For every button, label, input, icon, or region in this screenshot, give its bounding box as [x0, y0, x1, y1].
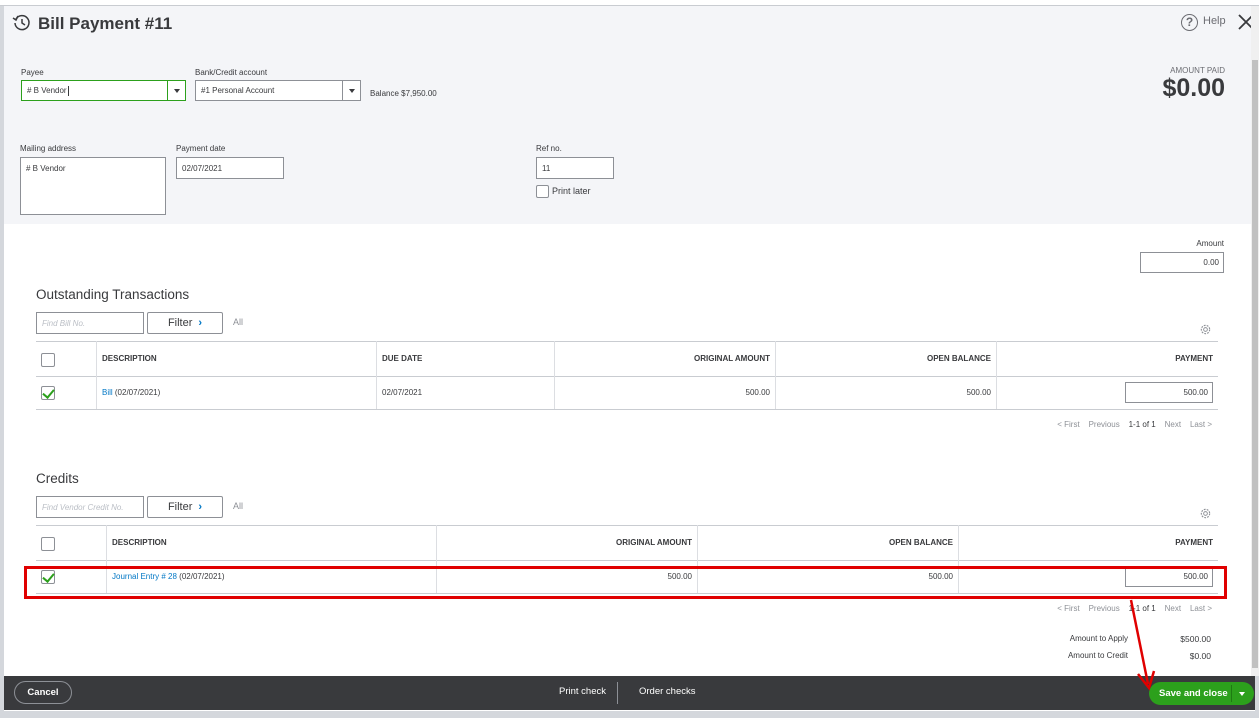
filter-label: Filter — [167, 501, 193, 513]
find-credit-input[interactable]: Find Vendor Credit No. — [36, 496, 144, 518]
column-header[interactable]: DUE DATE — [382, 354, 422, 363]
page-title: Bill Payment #11 — [38, 14, 173, 33]
pager-range: 1-1 of 1 — [1128, 604, 1156, 613]
history-icon[interactable] — [12, 13, 32, 33]
balance-text: Balance $7,950.00 — [370, 89, 437, 98]
save-and-close-label: Save and close — [1159, 688, 1228, 699]
column-header[interactable]: DESCRIPTION — [102, 354, 157, 363]
print-check-button[interactable]: Print check — [559, 686, 606, 697]
column-header[interactable]: PAYMENT — [1002, 354, 1213, 363]
gear-icon[interactable] — [1199, 323, 1212, 336]
bill-date: (02/07/2021) — [112, 388, 161, 397]
payee-label: Payee — [21, 68, 44, 77]
mailing-address-value: # B Vendor — [26, 164, 66, 173]
select-all-checkbox[interactable] — [41, 353, 55, 367]
credits-section-title: Credits — [36, 471, 79, 486]
credits-pager: < First Previous 1-1 of 1 Next Last > — [1044, 604, 1212, 613]
annotation-highlight-box — [24, 566, 1227, 599]
bank-account-label: Bank/Credit account — [195, 68, 268, 77]
amount-to-apply-label: Amount to Apply — [1069, 634, 1128, 643]
payment-date-value: 02/07/2021 — [182, 163, 223, 173]
ref-no-value: 11 — [542, 163, 551, 173]
save-and-close-button[interactable]: Save and close — [1149, 682, 1254, 705]
bank-account-select[interactable]: #1 Personal Account — [195, 80, 361, 101]
payment-date-label: Payment date — [176, 144, 226, 153]
original-amount-cell: 500.00 — [745, 388, 770, 397]
find-bill-input[interactable]: Find Bill No. — [36, 312, 144, 334]
pager-last[interactable]: Last > — [1190, 420, 1212, 429]
outstanding-pager: < First Previous 1-1 of 1 Next Last > — [1044, 420, 1212, 429]
pager-range: 1-1 of 1 — [1128, 420, 1156, 429]
chevron-right-icon: › — [198, 501, 203, 513]
pager-previous[interactable]: Previous — [1089, 604, 1120, 613]
table-row: Bill (02/07/2021) 02/07/2021 500.00 500.… — [36, 377, 1218, 409]
chevron-down-icon[interactable] — [342, 81, 360, 100]
outstanding-filter-state: All — [233, 317, 244, 327]
credits-filter-button[interactable]: Filter › — [147, 496, 223, 518]
ref-no-field[interactable]: 11 — [536, 157, 614, 179]
amount-input[interactable]: 0.00 — [1140, 252, 1224, 273]
column-header[interactable]: ORIGINAL AMOUNT — [560, 354, 770, 363]
payment-input[interactable]: 500.00 — [1125, 382, 1213, 403]
pager-next[interactable]: Next — [1165, 420, 1181, 429]
pager-last[interactable]: Last > — [1190, 604, 1212, 613]
pager-first[interactable]: < First — [1057, 420, 1079, 429]
payee-value: # B Vendor — [27, 86, 67, 95]
credits-filter-state: All — [233, 501, 244, 511]
open-balance-cell: 500.00 — [966, 388, 991, 397]
amount-value: 0.00 — [1203, 258, 1219, 267]
outstanding-table: DESCRIPTION DUE DATE ORIGINAL AMOUNT OPE… — [36, 341, 1218, 411]
mailing-address-field[interactable]: # B Vendor — [20, 157, 166, 215]
print-later-checkbox[interactable] — [536, 185, 549, 198]
outstanding-filter-button[interactable]: Filter › — [147, 312, 223, 334]
outstanding-section-title: Outstanding Transactions — [36, 287, 190, 302]
pager-first[interactable]: < First — [1057, 604, 1079, 613]
due-date-cell: 02/07/2021 — [382, 388, 423, 397]
column-header[interactable]: DESCRIPTION — [112, 538, 167, 547]
ref-no-label: Ref no. — [536, 144, 562, 153]
bill-link[interactable]: Bill — [102, 388, 113, 397]
bill-payment-window: Bill Payment #11 ? Help Payee # B Vendor… — [4, 6, 1255, 711]
pager-next[interactable]: Next — [1165, 604, 1181, 613]
header-panel — [4, 6, 1255, 224]
help-icon[interactable]: ? — [1181, 14, 1198, 31]
payment-date-field[interactable]: 02/07/2021 — [176, 157, 284, 179]
pager-previous[interactable]: Previous — [1089, 420, 1120, 429]
column-header[interactable]: OPEN BALANCE — [781, 354, 991, 363]
find-credit-placeholder: Find Vendor Credit No. — [42, 502, 124, 512]
amount-paid-value: $0.00 — [1162, 74, 1225, 102]
column-header[interactable]: PAYMENT — [964, 538, 1213, 547]
cancel-button[interactable]: Cancel — [14, 681, 72, 704]
row-checkbox[interactable] — [41, 386, 55, 400]
column-header[interactable]: ORIGINAL AMOUNT — [442, 538, 692, 547]
bank-account-value: #1 Personal Account — [201, 86, 275, 95]
select-all-checkbox[interactable] — [41, 537, 55, 551]
amount-to-credit-value: $0.00 — [1189, 651, 1211, 661]
order-checks-button[interactable]: Order checks — [639, 686, 696, 697]
scrollbar-thumb[interactable] — [1252, 60, 1258, 668]
payee-select[interactable]: # B Vendor — [21, 80, 186, 101]
gear-icon[interactable] — [1199, 507, 1212, 520]
payment-value: 500.00 — [1183, 388, 1208, 397]
save-split-divider — [1231, 685, 1232, 702]
chevron-right-icon: › — [198, 317, 203, 329]
print-later-label: Print later — [552, 186, 591, 196]
chevron-down-icon[interactable] — [167, 81, 185, 100]
footer-divider — [617, 682, 618, 704]
find-bill-placeholder: Find Bill No. — [42, 318, 86, 328]
amount-to-apply-value: $500.00 — [1180, 634, 1211, 644]
filter-label: Filter — [167, 317, 193, 329]
mailing-address-label: Mailing address — [20, 144, 77, 153]
amount-to-credit-label: Amount to Credit — [1067, 651, 1128, 660]
amount-label: Amount — [1196, 239, 1224, 248]
footer-bar: Cancel Print check Order checks Save and… — [4, 676, 1255, 710]
column-header[interactable]: OPEN BALANCE — [703, 538, 953, 547]
chevron-down-icon[interactable] — [1239, 692, 1245, 696]
help-link[interactable]: Help — [1203, 15, 1226, 27]
